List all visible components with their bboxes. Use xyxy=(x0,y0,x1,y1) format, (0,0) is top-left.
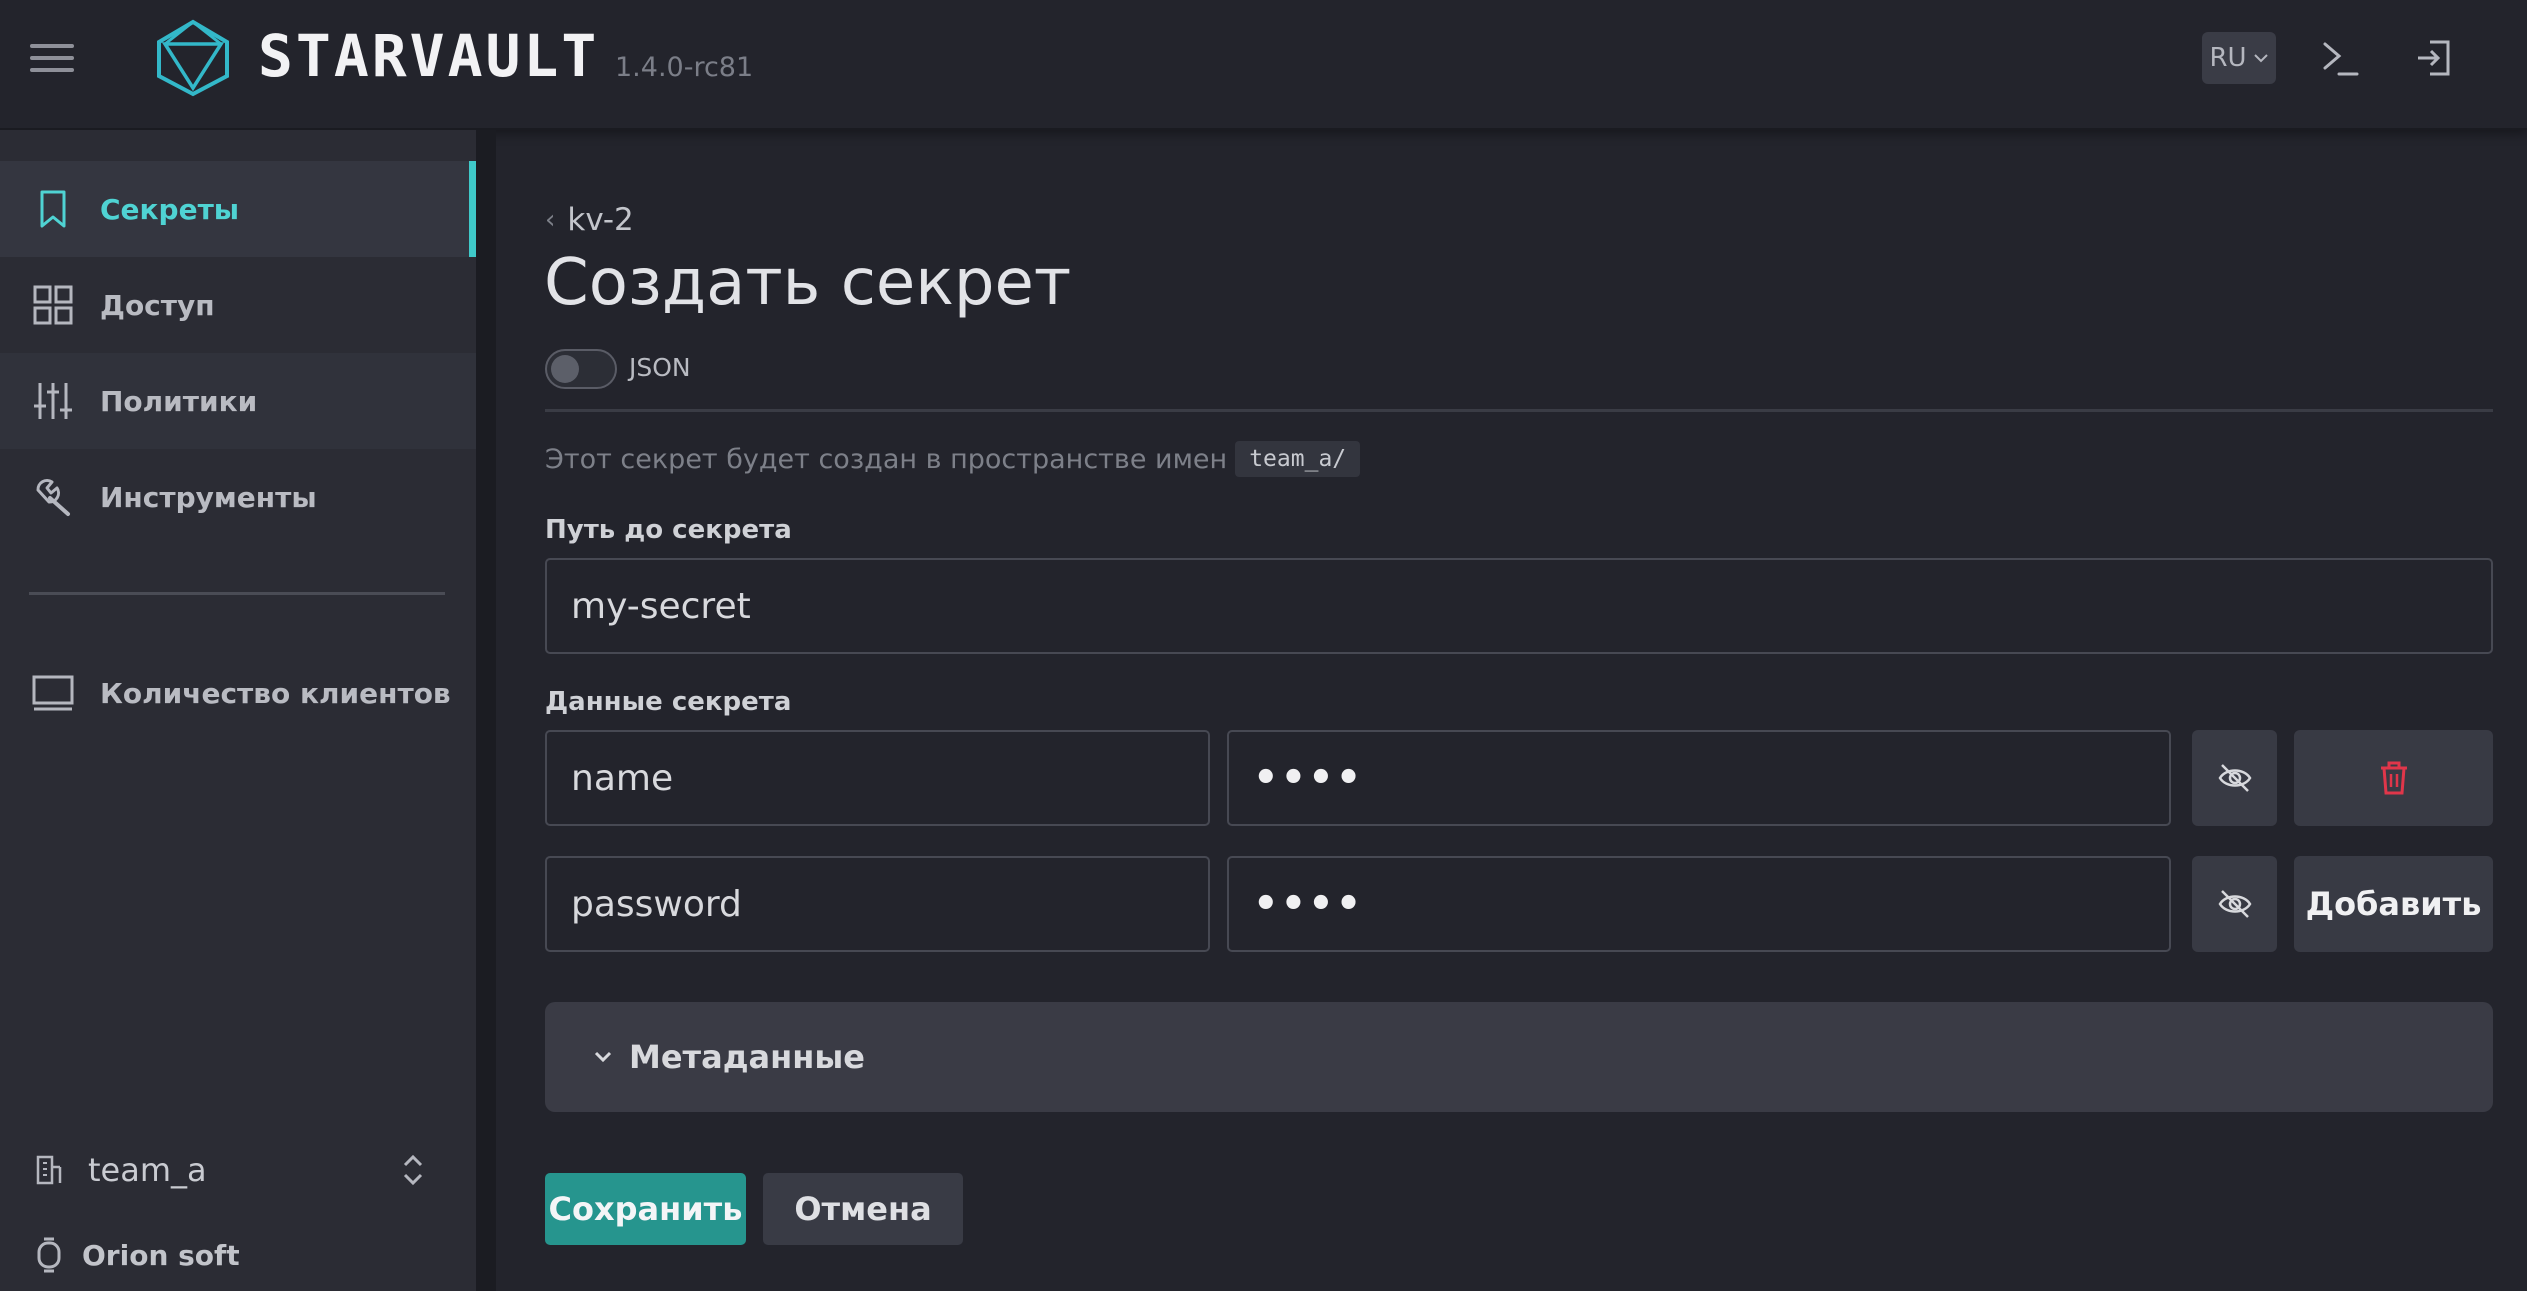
page-title: Создать секрет xyxy=(544,246,1072,320)
tools-icon xyxy=(36,478,70,516)
terminal-icon[interactable] xyxy=(2319,36,2363,80)
path-input[interactable]: my-secret xyxy=(545,558,2493,654)
menu-icon[interactable] xyxy=(30,44,74,74)
cancel-button[interactable]: Отмена xyxy=(763,1173,963,1245)
sidebar-item-access[interactable]: Доступ xyxy=(0,257,476,353)
toggle-visibility-button[interactable] xyxy=(2192,730,2277,826)
grid-icon xyxy=(33,285,73,325)
sidebar-item-tools[interactable]: Инструменты xyxy=(0,449,476,545)
orion-logo-icon xyxy=(37,1237,61,1273)
json-toggle[interactable] xyxy=(545,349,617,389)
chevron-down-icon xyxy=(594,1051,612,1063)
delete-row-button[interactable] xyxy=(2294,730,2493,826)
path-label: Путь до секрета xyxy=(545,515,792,545)
sidebar-item-label: Секреты xyxy=(100,192,240,226)
trash-icon xyxy=(2380,761,2407,795)
secret-value-input[interactable]: •••• xyxy=(1227,856,2171,952)
app-version: 1.4.0-rc81 xyxy=(615,52,754,83)
namespace-select[interactable]: team_a xyxy=(0,1137,476,1203)
sidebar-border xyxy=(476,130,496,1291)
eye-off-icon xyxy=(2218,764,2251,792)
sidebar-item-secrets[interactable]: Секреты xyxy=(0,161,476,257)
secret-value-input[interactable]: •••• xyxy=(1227,730,2171,826)
namespace-code: team_a/ xyxy=(1235,441,1361,477)
eye-off-icon xyxy=(2218,890,2251,918)
metadata-label: Метаданные xyxy=(629,1038,865,1076)
toggle-visibility-button[interactable] xyxy=(2192,856,2277,952)
secret-key-input[interactable]: password xyxy=(545,856,1210,952)
chevron-down-icon xyxy=(2253,54,2268,63)
app-name: STARVAULT xyxy=(258,22,600,90)
language-select[interactable]: RU xyxy=(2202,32,2276,84)
namespace-value: team_a xyxy=(88,1151,207,1189)
add-row-button[interactable]: Добавить xyxy=(2294,856,2493,952)
namespace-note-text: Этот секрет будет создан в пространстве … xyxy=(545,443,1228,475)
monitor-icon xyxy=(32,675,74,711)
json-toggle-label: JSON xyxy=(629,353,691,382)
vendor-info: Orion soft xyxy=(0,1230,240,1280)
sidebar-item-label: Доступ xyxy=(100,288,215,322)
sliders-icon xyxy=(34,383,72,419)
secret-data-label: Данные секрета xyxy=(545,687,792,717)
logout-icon[interactable] xyxy=(2412,36,2456,80)
sidebar-item-label: Политики xyxy=(100,384,258,418)
language-value: RU xyxy=(2209,43,2247,73)
starvault-logo-icon xyxy=(157,19,229,97)
building-icon xyxy=(36,1155,62,1185)
secret-key-input[interactable]: name xyxy=(545,730,1210,826)
toggle-knob xyxy=(551,355,579,383)
save-button[interactable]: Сохранить xyxy=(545,1173,746,1245)
top-bar: STARVAULT 1.4.0-rc81 RU xyxy=(0,0,2527,130)
sidebar-item-label: Количество клиентов xyxy=(100,676,451,710)
sidebar-item-policies[interactable]: Политики xyxy=(0,353,476,449)
breadcrumb-link[interactable]: kv-2 xyxy=(567,202,633,238)
section-divider xyxy=(545,409,2493,412)
sidebar-divider xyxy=(29,592,445,595)
chevron-left-icon: ‹ xyxy=(545,205,556,235)
sidebar-item-label: Инструменты xyxy=(100,480,317,514)
vendor-name: Orion soft xyxy=(82,1238,240,1272)
bookmark-icon xyxy=(40,190,66,228)
chevron-up-down-icon xyxy=(403,1154,423,1186)
add-row-label: Добавить xyxy=(2305,885,2482,923)
sidebar-item-client-count[interactable]: Количество клиентов xyxy=(0,645,476,741)
namespace-note: Этот секрет будет создан в пространстве … xyxy=(545,441,1361,477)
metadata-accordion[interactable]: Метаданные xyxy=(545,1002,2493,1112)
breadcrumb[interactable]: ‹ kv-2 xyxy=(545,202,634,238)
